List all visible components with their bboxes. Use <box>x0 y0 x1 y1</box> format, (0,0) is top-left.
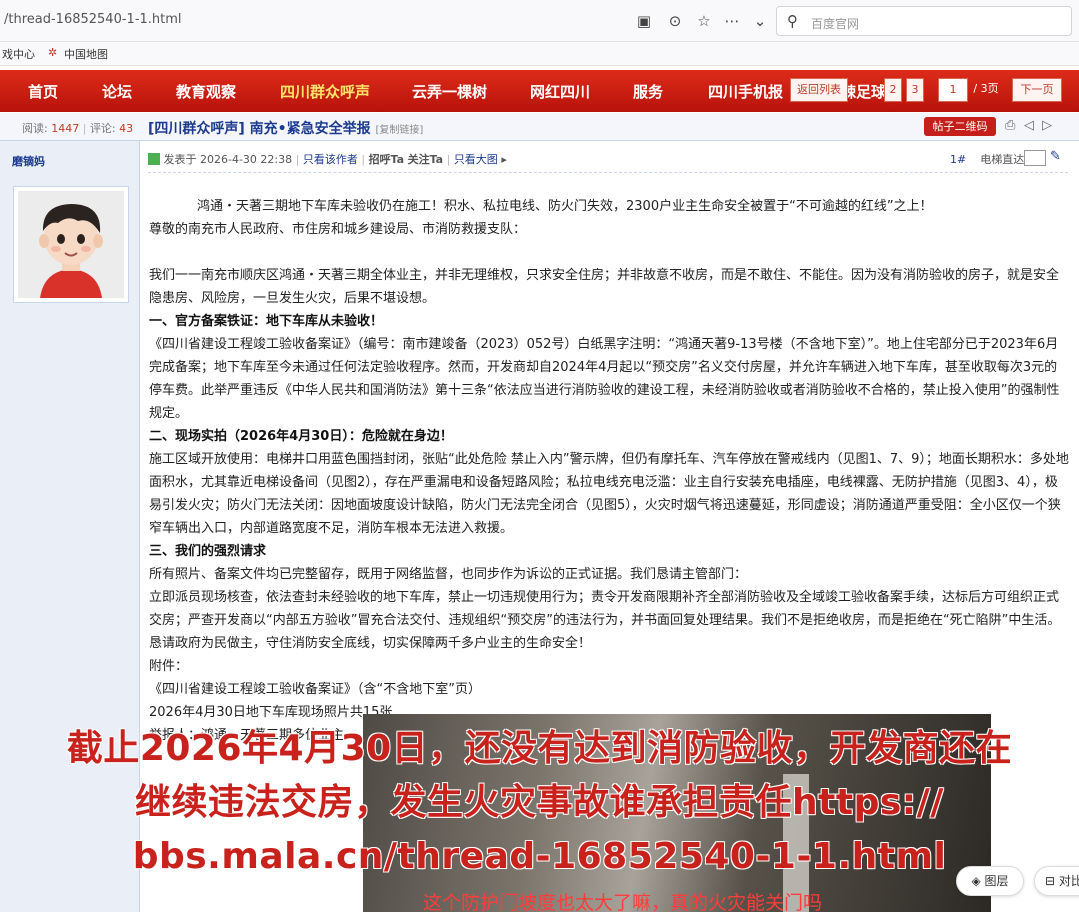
site-nav: 首页 论坛 教育观察 四川群众呼声 云弄一棵树 网红四川 服务 四川手机报 麻辣… <box>0 70 1079 112</box>
post-headline: 鸿通・天著三期地下车库未验收仍在施工！积水、私拉电线、防火门失效，2300户业主… <box>197 199 933 214</box>
overlay-line-1: 截止2026年4月30日，还没有达到消防验收，开发商还在 <box>66 728 1013 769</box>
search-input[interactable]: ⚲ 百度官网 <box>776 6 1072 36</box>
attachment-item: 《四川省建设工程竣工验收备案证》（含“不含地下室”页） <box>149 682 481 697</box>
post-blank-line <box>149 241 1069 264</box>
reads-count: 1447 <box>51 122 80 135</box>
thread-title-bar: 阅读: 1447 | 评论: 43 [四川群众呼声] 南充•紧急安全举报 [复制… <box>0 113 1079 141</box>
search-icon: ⚲ <box>787 12 798 30</box>
post-body: 鸿通・天著三期地下车库未验收仍在施工！积水、私拉电线、防火门失效，2300户业主… <box>149 195 1069 747</box>
map-icon: ✲ <box>48 46 58 59</box>
thread-title-text[interactable]: [四川群众呼声] 南充•紧急安全举报 <box>148 121 371 137</box>
nav-item-yunnong[interactable]: 云弄一棵树 <box>412 81 487 102</box>
overlay-line-2: 继续违法交房，发生火灾事故谁承担责任https:// <box>135 782 944 823</box>
post-paragraph: 立即派员现场核查，依法查封未经验收的地下车库，禁止一切违规使用行为；责令开发商限… <box>149 590 1061 651</box>
nav-item-forum[interactable]: 论坛 <box>102 81 132 102</box>
page-total: / 3页 <box>973 82 999 95</box>
page-3-link[interactable]: 3 <box>906 78 924 102</box>
nav-item-education[interactable]: 教育观察 <box>176 81 236 102</box>
post-paragraph: 施工区域开放使用：电梯井口用蓝色围挡封闭，张贴“此处危险 禁止入内”警示牌，但仍… <box>149 452 1069 536</box>
compare-icon: ⊟ <box>1045 874 1056 888</box>
author-name[interactable]: 磨镝妈 <box>12 153 45 169</box>
nav-item-wanghong[interactable]: 网红四川 <box>530 81 590 102</box>
prev-thread-icon[interactable]: ◁ <box>1024 118 1034 133</box>
reads-label: 阅读: <box>22 122 48 135</box>
compare-button-label: 对比 <box>1058 874 1079 888</box>
post-paragraph: 我们一一南充市顺庆区鸿通・天著三期全体业主，并非无理维权，只求安全住房；并非故意… <box>149 268 1060 306</box>
avatar[interactable] <box>13 186 129 303</box>
screenshot-icon[interactable]: ▣ <box>634 11 654 31</box>
browser-toolbar: /thread-16852540-1-1.html ▣ ⊙ ☆ ⋯ ⌄ ⚲ 百度… <box>0 0 1079 42</box>
more-icon[interactable]: ⋯ <box>722 11 742 31</box>
nav-item-mobile-paper[interactable]: 四川手机报 <box>708 81 783 102</box>
post-section-heading: 三、我们的强烈请求 <box>149 544 267 559</box>
page-2-link[interactable]: 2 <box>884 78 902 102</box>
only-author-link[interactable]: 只看该作者 <box>303 153 358 166</box>
bookmark-china-map[interactable]: 中国地图 <box>64 46 108 62</box>
chevron-down-icon[interactable]: ⌄ <box>750 11 770 31</box>
layer-button-label: 图层 <box>984 874 1009 888</box>
back-to-list-link[interactable]: 返回列表 <box>790 78 848 102</box>
thread-stats: 阅读: 1447 | 评论: 43 <box>22 122 134 135</box>
next-thread-icon[interactable]: ▷ <box>1042 118 1052 133</box>
post-meta: 发表于 2026-4-30 22:38 | 只看该作者 | 招呼Ta 关注Ta … <box>148 151 507 167</box>
comments-count: 43 <box>119 122 134 135</box>
reader-icon[interactable]: ⊙ <box>665 11 685 31</box>
bookmarks-bar: 戏中心 ✲ 中国地图 <box>0 42 1079 66</box>
overlay-line-3: bbs.mala.cn/thread-16852540-1-1.html <box>132 836 947 877</box>
floor-info: 1# 电梯直达 <box>950 151 1024 167</box>
caret-right-icon: ▸ <box>501 153 507 166</box>
pencil-icon[interactable]: ✎ <box>1050 149 1061 164</box>
attachments-label: 附件： <box>149 659 189 674</box>
address-bar[interactable]: /thread-16852540-1-1.html <box>4 12 182 27</box>
overlay-caption: 截止2026年4月30日，还没有达到消防验收，开发商还在 继续违法交房，发生火灾… <box>0 722 1079 884</box>
avatar-cartoon-icon <box>18 191 124 298</box>
post-section-heading: 二、现场实拍（2026年4月30日）：危险就在身边！ <box>149 429 453 444</box>
floor-jump-label: 电梯直达 <box>980 153 1025 166</box>
greet-ta-link[interactable]: 招呼Ta <box>369 153 405 166</box>
post-divider <box>148 172 1068 173</box>
layers-icon: ◈ <box>971 874 981 888</box>
online-status-icon <box>148 153 160 165</box>
photo-caption: 这个防护门坡度也太大了嘛，真的火灾能关门吗 <box>423 892 823 914</box>
post-salutation: 尊敬的南充市人民政府、市住房和城乡建设局、市消防救援支队： <box>149 222 527 237</box>
thread-title: [四川群众呼声] 南充•紧急安全举报 [复制链接] <box>148 118 423 138</box>
bookmark-game-center[interactable]: 戏中心 <box>2 46 35 62</box>
big-picture-link[interactable]: 只看大图 <box>454 153 498 166</box>
floor-jump-input[interactable] <box>1024 150 1046 166</box>
qr-code-button[interactable]: 帖子二维码 <box>924 117 996 136</box>
compare-button[interactable]: ⊟ 对比 <box>1034 866 1079 896</box>
bookmark-star-icon[interactable]: ☆ <box>694 11 714 31</box>
nav-item-public-voice[interactable]: 四川群众呼声 <box>280 81 370 102</box>
follow-ta-link[interactable]: 关注Ta <box>408 153 444 166</box>
copy-link[interactable]: [复制链接] <box>376 125 424 136</box>
page-number-input[interactable]: 1 <box>938 78 968 102</box>
nav-item-home[interactable]: 首页 <box>28 81 58 102</box>
comments-label: 评论: <box>89 122 116 135</box>
nav-item-service[interactable]: 服务 <box>633 81 663 102</box>
post-paragraph: 所有照片、备案文件均已完整留存，既用于网络监督，也同步作为诉讼的正式证据。我们恳… <box>149 567 748 582</box>
post-section-heading: 一、官方备案铁证：地下车库从未验收！ <box>149 314 384 329</box>
post-date: 发表于 2026-4-30 22:38 <box>163 153 293 166</box>
post-paragraph: 《四川省建设工程竣工验收备案证》（编号：南市建竣备（2023）052号）白纸黑字… <box>149 337 1060 421</box>
next-page-button[interactable]: 下一页 <box>1012 78 1062 102</box>
floor-number: 1# <box>950 153 967 166</box>
print-icon[interactable]: ⎙ <box>1005 118 1015 133</box>
layer-button[interactable]: ◈ 图层 <box>956 866 1024 896</box>
search-placeholder: 百度官网 <box>811 17 860 31</box>
